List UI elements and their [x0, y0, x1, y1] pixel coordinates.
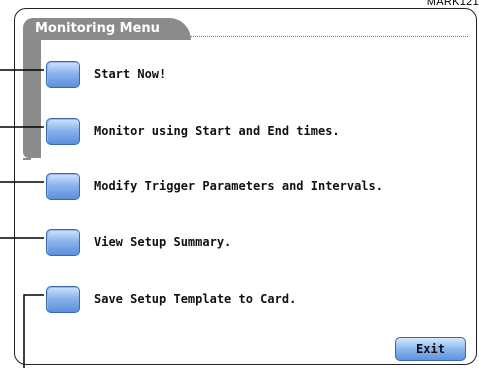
callout-line-5 [23, 294, 44, 368]
callout-lines [0, 69, 44, 368]
